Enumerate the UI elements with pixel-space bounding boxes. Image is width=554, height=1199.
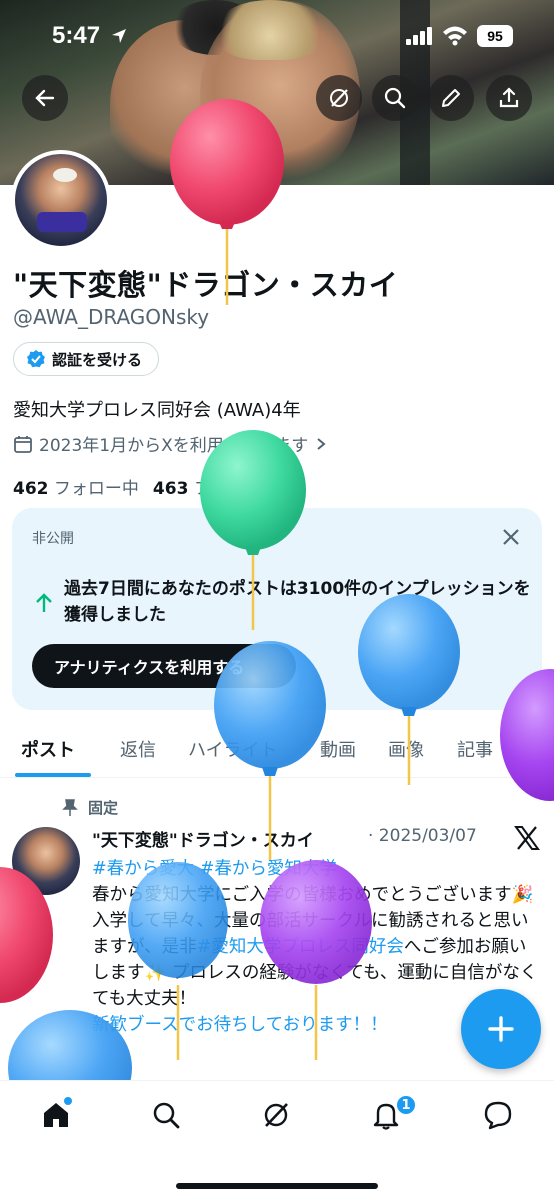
chevron-right-icon (317, 437, 326, 450)
profile-handle: @AWA_DRAGONsky (13, 305, 210, 329)
search-icon (384, 87, 406, 109)
arrow-up-icon (36, 593, 52, 612)
back-button[interactable] (22, 75, 68, 121)
home-notification-dot (64, 1097, 72, 1105)
chat-bubble-icon (484, 1101, 512, 1130)
get-verified-label: 認証を受ける (52, 350, 143, 369)
tab-replies[interactable]: 返信 (120, 736, 156, 762)
joined-text: 2023年1月からXを利用しています (39, 436, 309, 456)
tab-articles[interactable]: 記事 (457, 736, 493, 762)
pin-icon (62, 798, 78, 816)
tab-videos[interactable]: 動画 (320, 736, 356, 762)
profile-avatar[interactable] (11, 150, 111, 250)
get-verified-button[interactable]: 認証を受ける (13, 342, 160, 376)
pinned-indicator: 固定 (62, 797, 118, 818)
avatar-hair (53, 168, 77, 182)
profile-tabs: ポスト 返信 ハイライト 動画 画像 記事 い (0, 720, 554, 778)
status-bar: 5:47 95 (0, 0, 554, 72)
profile-display-name: "天下変態"ドラゴン・スカイ (13, 268, 399, 302)
tab-posts[interactable]: ポスト (21, 736, 75, 762)
edit-button[interactable] (428, 75, 474, 121)
x-logo-icon (514, 826, 540, 850)
post-author-name[interactable]: "天下変態"ドラゴン・スカイ (92, 826, 314, 851)
avatar-shorts (37, 212, 87, 232)
status-time: 5:47 (52, 22, 101, 49)
nav-grok[interactable] (258, 1097, 294, 1133)
following-link[interactable]: 462 フォロー中 (13, 474, 139, 499)
search-button[interactable] (372, 75, 418, 121)
pencil-icon (442, 89, 460, 107)
wifi-icon (443, 26, 467, 46)
nav-messages[interactable] (480, 1097, 516, 1133)
tab-highlights[interactable]: ハイライト (188, 736, 278, 762)
back-arrow-icon (35, 89, 55, 107)
grok-button[interactable] (316, 75, 362, 121)
share-button[interactable] (486, 75, 532, 121)
following-count: 462 (13, 479, 49, 499)
nav-search[interactable] (148, 1097, 184, 1133)
verified-badge-icon (27, 350, 45, 368)
grok-icon (264, 1103, 288, 1127)
share-icon (499, 87, 519, 108)
post-mention[interactable]: #愛知大学プロレス同好会 (197, 937, 404, 957)
home-indicator (176, 1183, 378, 1189)
grok-icon (330, 89, 348, 107)
tab-likes[interactable]: い (536, 736, 554, 762)
followers-label: フォロワー (193, 479, 279, 499)
analytics-message: 過去7日間にあなたのポストは3100件のインプレッションを獲得しました (64, 579, 531, 625)
following-label: フォロー中 (53, 479, 139, 499)
location-arrow-icon (112, 29, 126, 43)
analytics-button[interactable]: アナリティクスを利用する (32, 644, 296, 688)
search-icon (153, 1102, 180, 1129)
analytics-card: 非公開 過去7日間にあなたのポストは3100件のインプレッションを獲得しました … (12, 508, 542, 710)
plus-icon (488, 1016, 514, 1042)
followers-count: 463 (152, 479, 189, 499)
bottom-navigation: 1 (0, 1080, 554, 1199)
notifications-badge: 1 (395, 1094, 417, 1116)
followers-link[interactable]: 463 フォロワー (153, 474, 279, 499)
battery-indicator: 95 (477, 25, 513, 47)
post-line-1: 春から愛知大学に (92, 885, 232, 905)
pinned-label: 固定 (88, 799, 119, 817)
post-author-avatar[interactable] (12, 827, 80, 895)
private-label: 非公開 (32, 531, 74, 547)
calendar-icon (14, 435, 32, 453)
profile-bio: 愛知大学プロレス同好会 (AWA)4年 (13, 400, 301, 421)
post-date: · 2025/03/07 (368, 826, 477, 846)
close-icon[interactable] (500, 526, 522, 548)
cellular-signal-icon (406, 27, 432, 45)
post-hashtags[interactable]: #春から愛大 #春から愛知大学 (92, 856, 542, 882)
compose-button[interactable] (461, 989, 541, 1069)
post-line-1b: ご入学の皆様おめでとうございます🎉 (231, 885, 534, 905)
active-tab-indicator (15, 773, 91, 777)
tab-images[interactable]: 画像 (388, 736, 424, 762)
joined-date[interactable]: 2023年1月からXを利用しています (13, 431, 328, 456)
follow-stats: 462 フォロー中 463 フォロワー (13, 474, 279, 499)
